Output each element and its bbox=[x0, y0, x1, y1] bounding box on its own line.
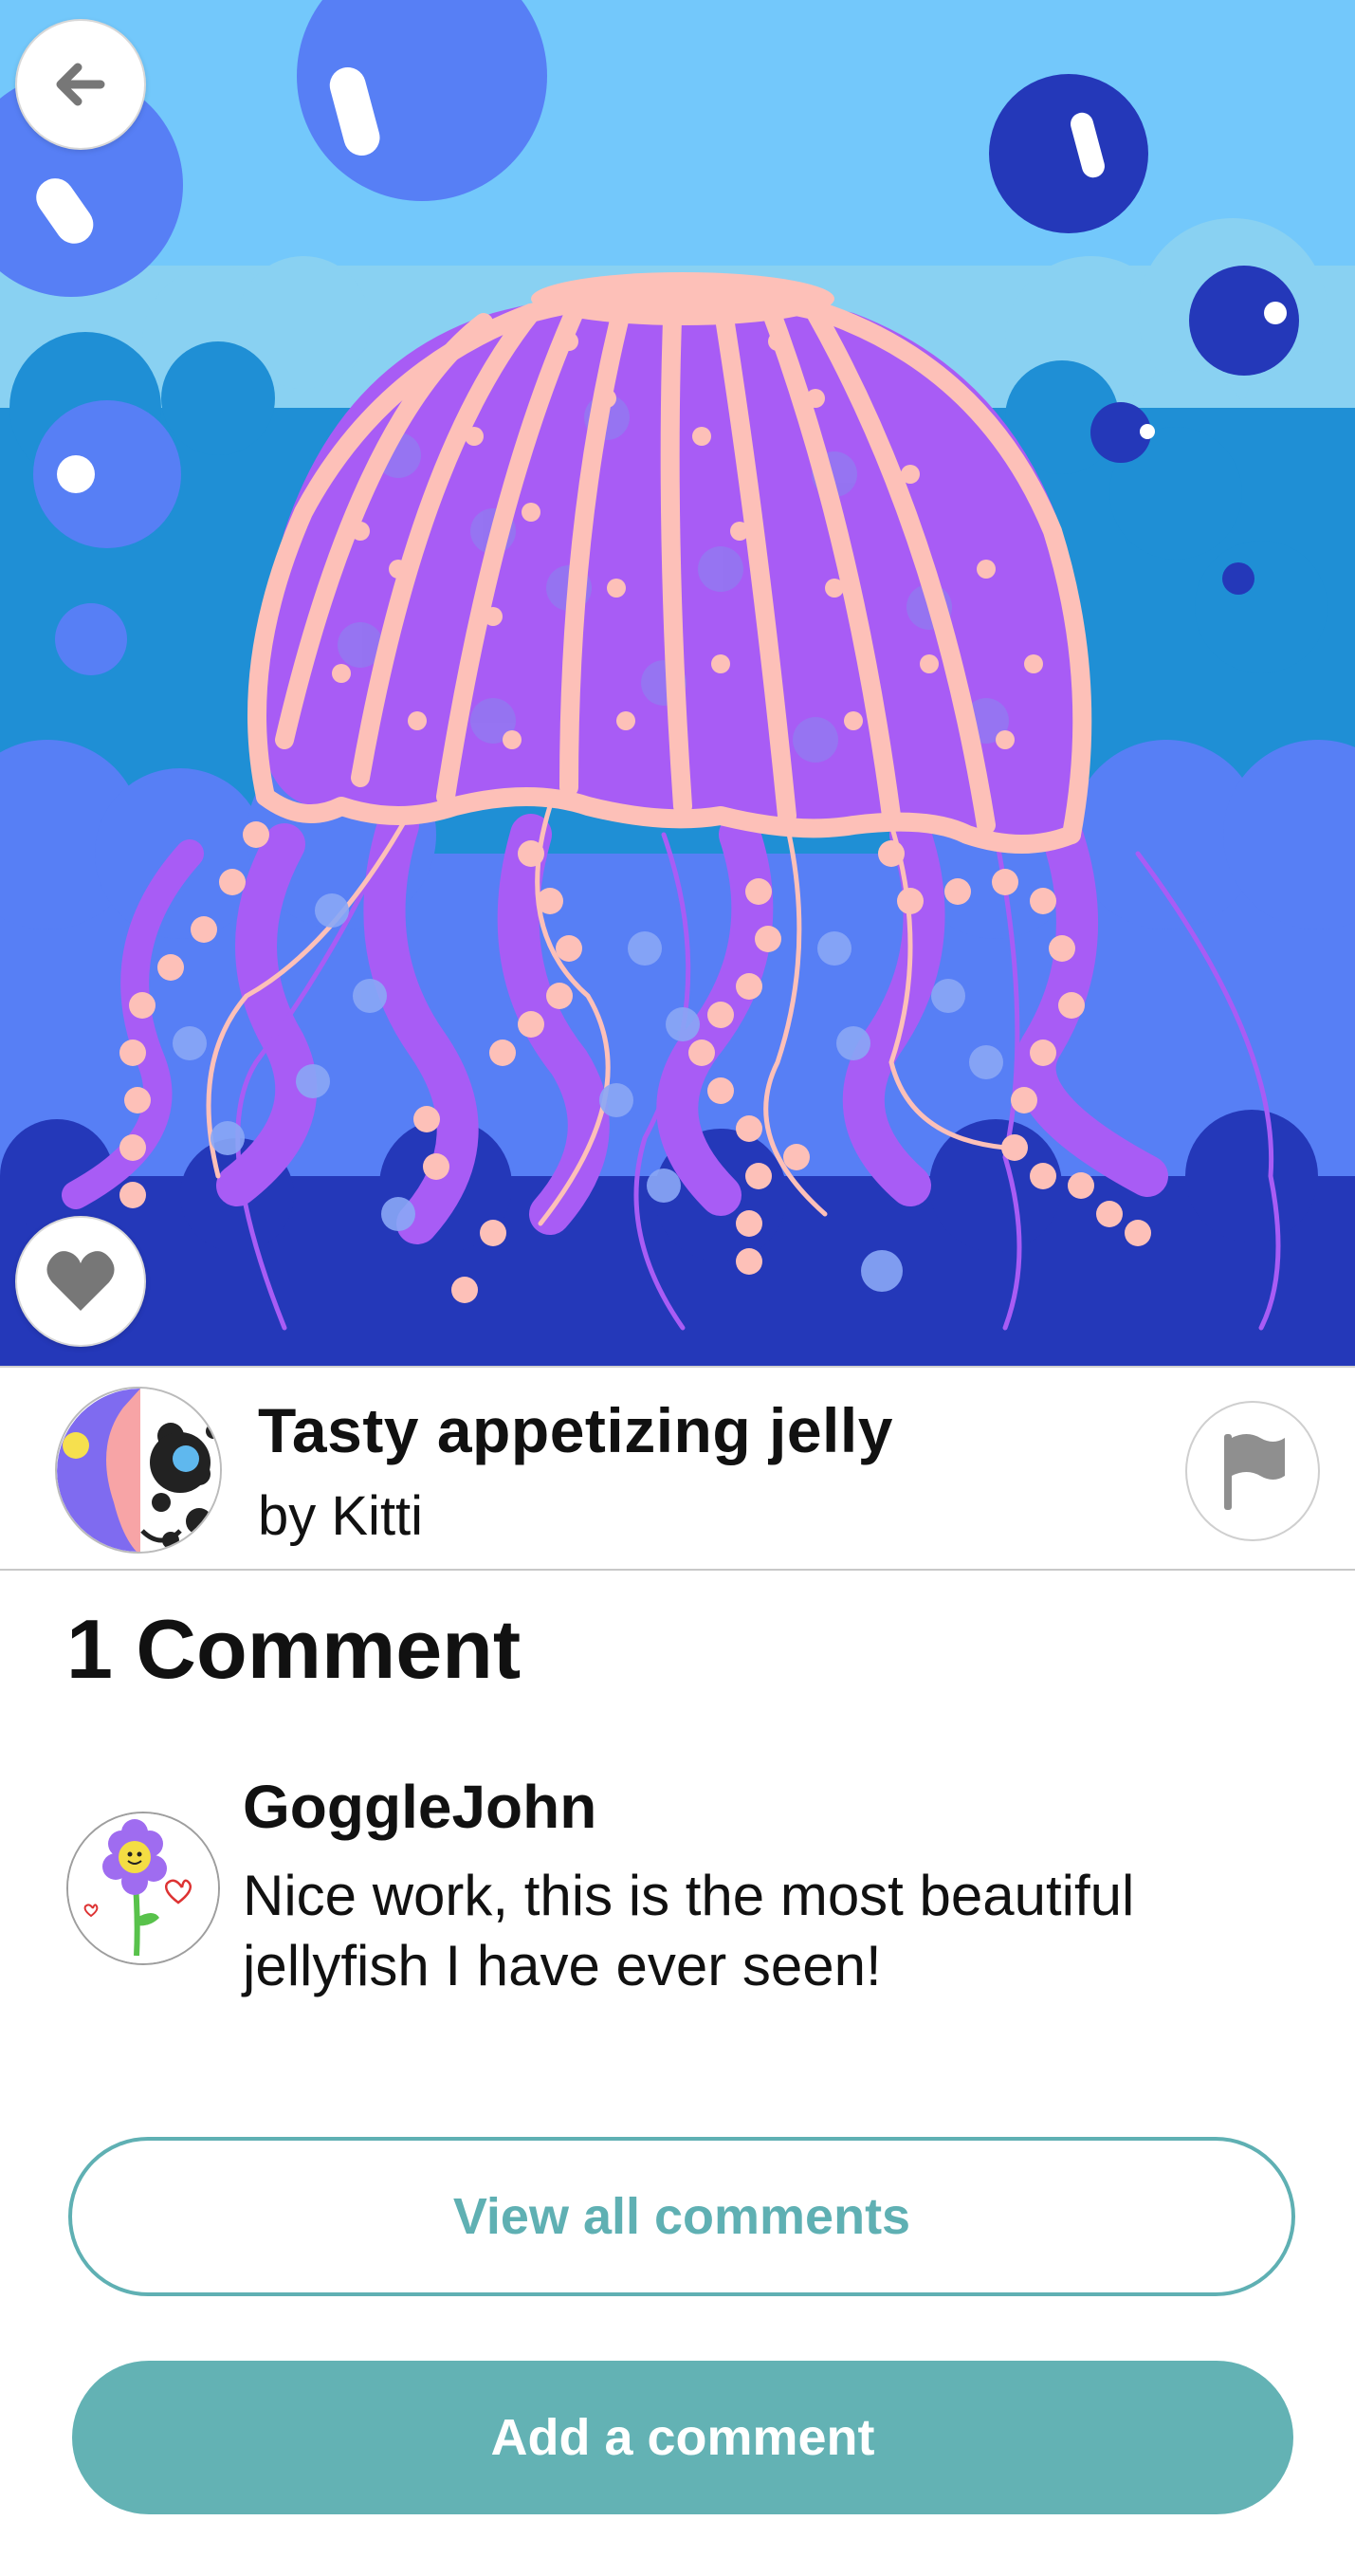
back-button[interactable] bbox=[15, 19, 146, 150]
view-all-comments-button[interactable]: View all comments bbox=[68, 2137, 1295, 2296]
arrow-left-icon bbox=[56, 63, 105, 106]
add-comment-button[interactable]: Add a comment bbox=[72, 2361, 1293, 2514]
heart-icon bbox=[46, 1251, 115, 1311]
comment-text: Nice work, this is the most beautiful je… bbox=[243, 1864, 1135, 1997]
like-button[interactable] bbox=[15, 1216, 146, 1347]
artwork-image bbox=[0, 0, 1355, 1366]
report-button[interactable] bbox=[1185, 1401, 1320, 1541]
artwork-byline[interactable]: by Kitti bbox=[258, 1484, 423, 1548]
comment-author[interactable]: GoggleJohn bbox=[243, 1772, 596, 1842]
artwork-title: Tasty appetizing jelly bbox=[258, 1395, 893, 1465]
comments-heading: 1 Comment bbox=[66, 1602, 522, 1696]
flag-icon bbox=[1224, 1434, 1285, 1510]
commenter-avatar[interactable] bbox=[66, 1812, 220, 1965]
author-avatar[interactable] bbox=[55, 1387, 222, 1554]
